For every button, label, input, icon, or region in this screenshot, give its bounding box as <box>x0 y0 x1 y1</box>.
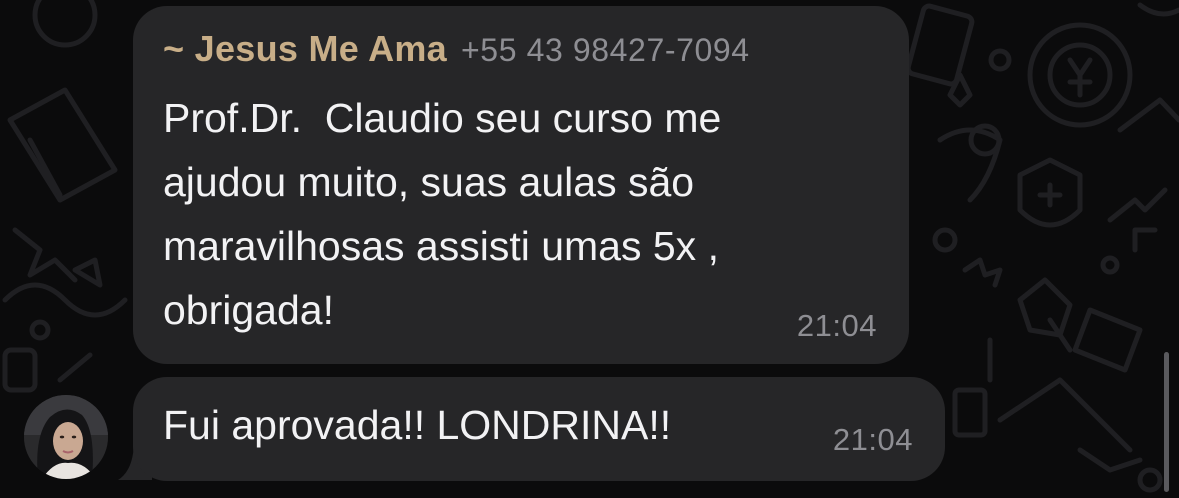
message-bubble-incoming[interactable]: Fui aprovada!! LONDRINA!! 21:04 <box>133 377 945 481</box>
sender-avatar[interactable] <box>24 395 108 479</box>
sender-phone[interactable]: +55 43 98427-7094 <box>461 32 750 68</box>
sender-name[interactable]: ~ Jesus Me Ama <box>163 28 447 69</box>
scroll-indicator[interactable] <box>1164 352 1169 492</box>
message-text: Prof.Dr. Claudio seu curso me ajudou mui… <box>163 95 722 333</box>
message-text: Fui aprovada!! LONDRINA!! <box>163 402 672 448</box>
avatar-photo-icon <box>24 395 108 479</box>
message-timestamp: 21:04 <box>796 308 877 343</box>
message-sender: ~ Jesus Me Ama +55 43 98427-7094 <box>163 28 750 70</box>
message-bubble-incoming[interactable]: ~ Jesus Me Ama +55 43 98427-7094 Prof.Dr.… <box>133 6 909 364</box>
message-timestamp: 21:04 <box>832 422 913 457</box>
